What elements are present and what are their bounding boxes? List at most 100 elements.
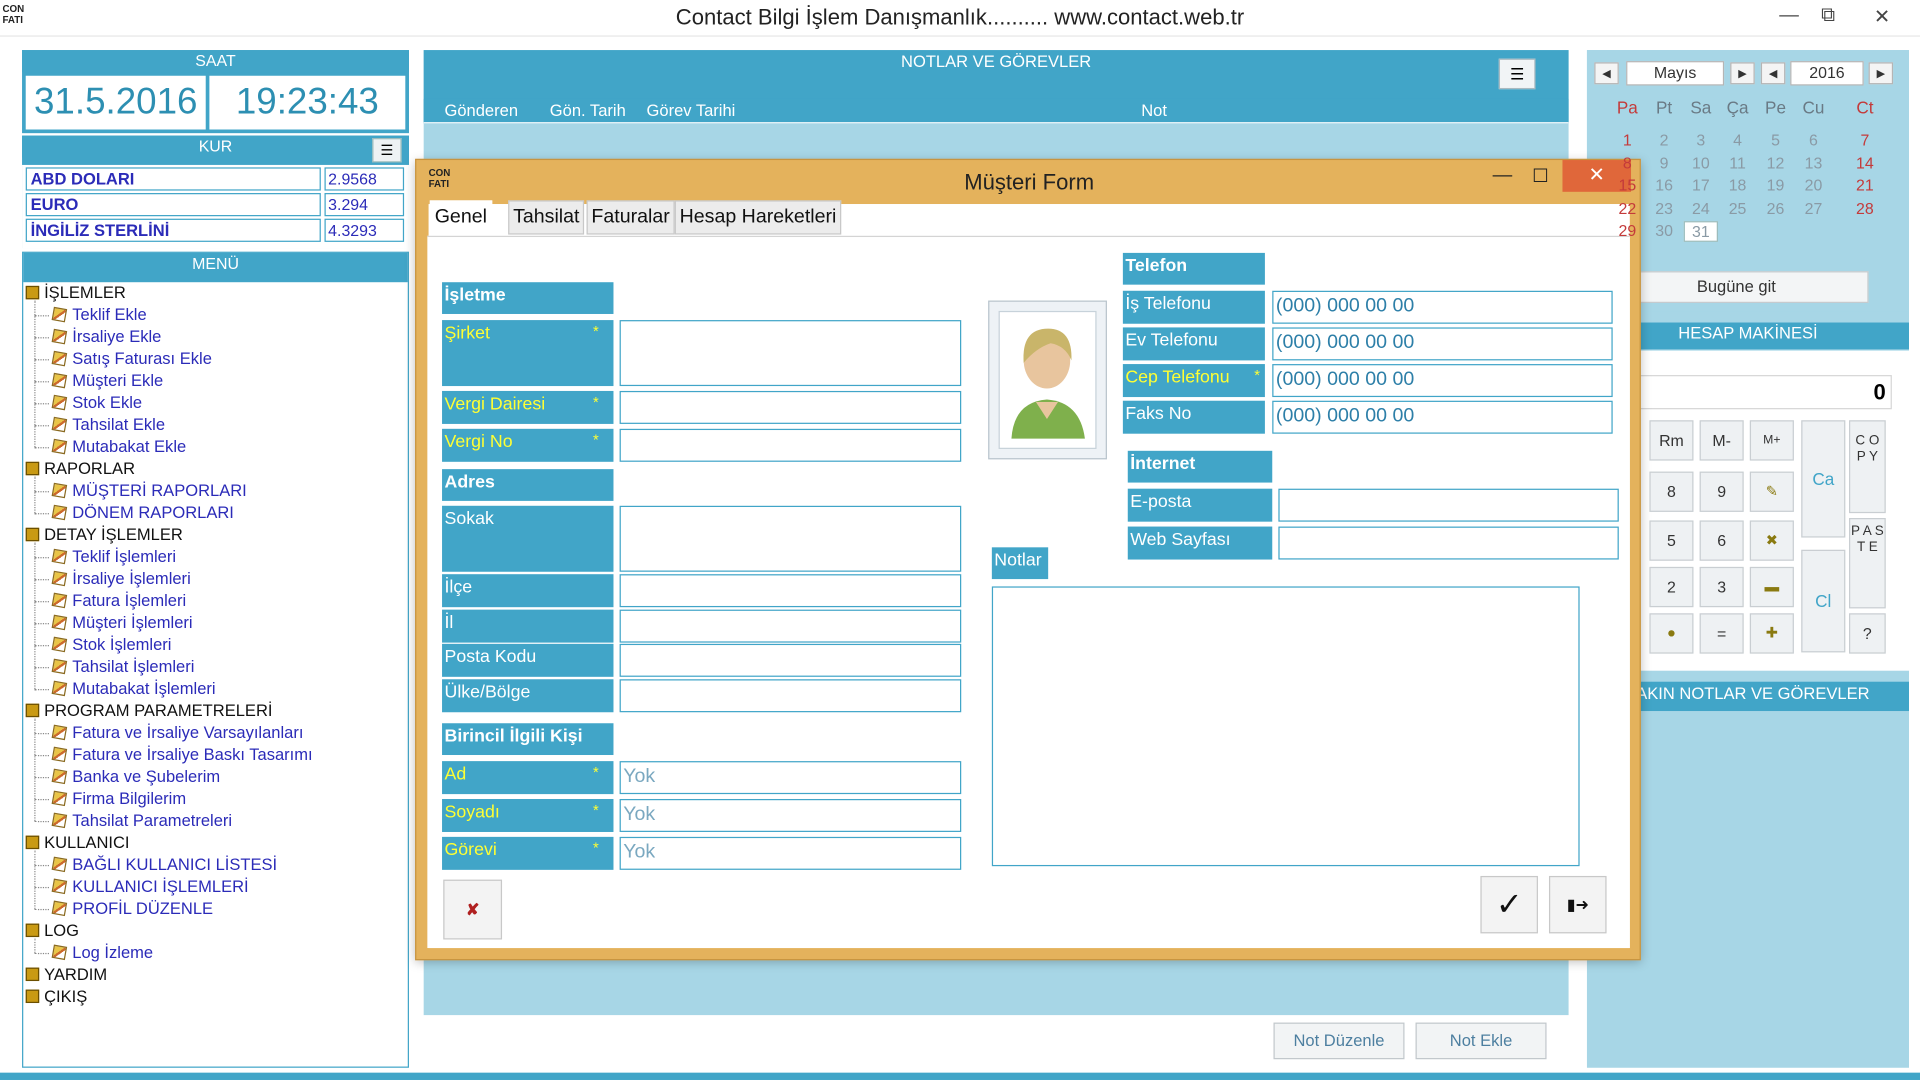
notlar-textarea[interactable] bbox=[991, 586, 1580, 867]
calendar-day[interactable]: 28 bbox=[1848, 199, 1882, 217]
calendar-day[interactable]: 21 bbox=[1848, 176, 1882, 194]
menu-group[interactable]: KULLANICI bbox=[25, 832, 130, 854]
calc-key-eq[interactable]: = bbox=[1699, 613, 1744, 654]
calendar-day[interactable]: 14 bbox=[1848, 153, 1882, 171]
menu-group[interactable]: DETAY İŞLEMLER bbox=[25, 524, 183, 546]
calendar-day[interactable]: 7 bbox=[1848, 131, 1882, 149]
calendar-day[interactable]: 12 bbox=[1758, 153, 1792, 171]
calendar-day[interactable]: 8 bbox=[1610, 153, 1644, 171]
menu-item[interactable]: Firma Bilgilerim bbox=[51, 788, 186, 810]
menu-group[interactable]: ÇIKIŞ bbox=[25, 986, 87, 1008]
calc-key-n5[interactable]: 5 bbox=[1649, 520, 1694, 561]
menu-group[interactable]: PROGRAM PARAMETRELERİ bbox=[25, 700, 273, 722]
tab-genel[interactable]: Genel bbox=[429, 200, 492, 235]
menu-item[interactable]: Tahsilat Parametreleri bbox=[51, 810, 232, 832]
calendar-day[interactable]: 23 bbox=[1647, 199, 1681, 217]
menu-group[interactable]: İŞLEMLER bbox=[25, 282, 126, 304]
menu-item[interactable]: Teklif Ekle bbox=[51, 304, 147, 326]
menu-item[interactable]: Müşteri İşlemleri bbox=[51, 612, 193, 634]
calendar-day[interactable]: 24 bbox=[1684, 199, 1718, 217]
calendar-day[interactable]: 31 bbox=[1683, 221, 1718, 242]
calc-key-ca[interactable]: Ca bbox=[1801, 420, 1846, 538]
next-month-icon[interactable]: ▶ bbox=[1730, 62, 1755, 85]
menu-item[interactable]: Log İzleme bbox=[51, 942, 153, 964]
menu-item[interactable]: Fatura İşlemleri bbox=[51, 590, 186, 612]
tab-faturalar[interactable]: Faturalar bbox=[586, 200, 675, 235]
menu-item[interactable]: Stok Ekle bbox=[51, 392, 142, 414]
il-input[interactable] bbox=[619, 609, 962, 643]
paste-button[interactable]: P A S T E bbox=[1848, 518, 1886, 609]
calendar-day[interactable]: 1 bbox=[1610, 131, 1644, 149]
ulke-input[interactable] bbox=[619, 679, 962, 713]
menu-item[interactable]: Teklif İşlemleri bbox=[51, 546, 176, 568]
calendar-day[interactable]: 4 bbox=[1720, 131, 1754, 149]
calendar-day[interactable]: 13 bbox=[1796, 153, 1830, 171]
calendar-day[interactable]: 6 bbox=[1796, 131, 1830, 149]
menu-item[interactable]: Banka ve Şubelerim bbox=[51, 766, 220, 788]
calc-key-rm[interactable]: Rm bbox=[1649, 420, 1694, 461]
vergi-dairesi-input[interactable] bbox=[619, 390, 962, 424]
calc-key-n8[interactable]: 8 bbox=[1649, 471, 1694, 512]
calc-key-n2[interactable]: 2 bbox=[1649, 566, 1694, 608]
dialog-maximize-icon[interactable]: ☐ bbox=[1527, 165, 1554, 187]
calendar-day[interactable]: 30 bbox=[1647, 221, 1681, 239]
sirket-input[interactable] bbox=[619, 320, 962, 387]
sokak-input[interactable] bbox=[619, 505, 962, 572]
close-icon[interactable]: ✕ bbox=[1869, 5, 1896, 29]
calendar-day[interactable]: 11 bbox=[1720, 153, 1754, 171]
help-button[interactable]: ? bbox=[1848, 613, 1886, 654]
month-select[interactable]: Mayıs bbox=[1626, 61, 1725, 86]
year-select[interactable]: 2016 bbox=[1790, 61, 1864, 86]
save-button[interactable]: ✓ bbox=[1480, 875, 1538, 934]
calendar-day[interactable]: 22 bbox=[1610, 199, 1644, 217]
menu-item[interactable]: MÜŞTERİ RAPORLARI bbox=[51, 480, 247, 502]
tab-tahsilat[interactable]: Tahsilat bbox=[508, 200, 585, 235]
menu-item[interactable]: KULLANICI İŞLEMLERİ bbox=[51, 876, 249, 898]
ad-input[interactable]: Yok bbox=[619, 761, 962, 795]
minimize-icon[interactable]: — bbox=[1776, 5, 1803, 27]
is-telefonu-input[interactable]: (000) 000 00 00 bbox=[1272, 290, 1613, 324]
posta-kodu-input[interactable] bbox=[619, 643, 962, 677]
gorevi-input[interactable]: Yok bbox=[619, 836, 962, 870]
restore-icon[interactable]: ⧉ bbox=[1815, 5, 1842, 27]
notes-settings-icon[interactable]: ☰ bbox=[1498, 58, 1536, 90]
menu-item[interactable]: İrsaliye İşlemleri bbox=[51, 568, 191, 590]
calendar-day[interactable]: 20 bbox=[1796, 176, 1830, 194]
calc-key-n9[interactable]: 9 bbox=[1699, 471, 1744, 512]
calendar-day[interactable]: 19 bbox=[1758, 176, 1792, 194]
cep-telefonu-input[interactable]: (000) 000 00 00 bbox=[1272, 364, 1613, 398]
multiply-icon[interactable]: ✖ bbox=[1749, 520, 1794, 561]
ilce-input[interactable] bbox=[619, 574, 962, 608]
calendar-day[interactable]: 29 bbox=[1610, 221, 1644, 239]
calc-key-ci[interactable]: Cl bbox=[1801, 549, 1846, 653]
calendar-day[interactable]: 10 bbox=[1684, 153, 1718, 171]
menu-group[interactable]: YARDIM bbox=[25, 964, 107, 986]
delete-button[interactable]: ✘ bbox=[443, 879, 503, 940]
faks-no-input[interactable]: (000) 000 00 00 bbox=[1272, 400, 1613, 434]
prev-month-icon[interactable]: ◀ bbox=[1594, 62, 1619, 85]
menu-item[interactable]: Mutabakat Ekle bbox=[51, 436, 187, 458]
calendar-day[interactable]: 16 bbox=[1647, 176, 1681, 194]
col-sent-date[interactable]: Gön. Tarih bbox=[550, 101, 626, 119]
menu-group[interactable]: RAPORLAR bbox=[25, 458, 135, 480]
calendar-day[interactable]: 26 bbox=[1758, 199, 1792, 217]
exit-button[interactable]: ▮➜ bbox=[1548, 875, 1607, 934]
menu-item[interactable]: Fatura ve İrsaliye Varsayılanları bbox=[51, 722, 303, 744]
menu-item[interactable]: Satış Faturası Ekle bbox=[51, 348, 212, 370]
add-note-button[interactable]: Not Ekle bbox=[1415, 1022, 1547, 1060]
ev-telefonu-input[interactable]: (000) 000 00 00 bbox=[1272, 327, 1613, 361]
calendar-day[interactable]: 27 bbox=[1796, 199, 1830, 217]
menu-item[interactable]: DÖNEM RAPORLARI bbox=[51, 502, 234, 524]
calc-key-mminus[interactable]: M- bbox=[1699, 420, 1744, 461]
menu-item[interactable]: PROFİL DÜZENLE bbox=[51, 898, 213, 920]
menu-item[interactable]: İrsaliye Ekle bbox=[51, 326, 161, 348]
col-sender[interactable]: Gönderen bbox=[444, 101, 518, 119]
col-note[interactable]: Not bbox=[1141, 101, 1167, 119]
menu-item[interactable]: Tahsilat İşlemleri bbox=[51, 656, 195, 678]
menu-item[interactable]: Stok İşlemleri bbox=[51, 634, 171, 656]
vergi-no-input[interactable] bbox=[619, 428, 962, 462]
calendar-day[interactable]: 5 bbox=[1758, 131, 1792, 149]
menu-item[interactable]: Tahsilat Ekle bbox=[51, 414, 165, 436]
minus-icon[interactable]: ▬ bbox=[1749, 566, 1794, 608]
calendar-day[interactable]: 15 bbox=[1610, 176, 1644, 194]
